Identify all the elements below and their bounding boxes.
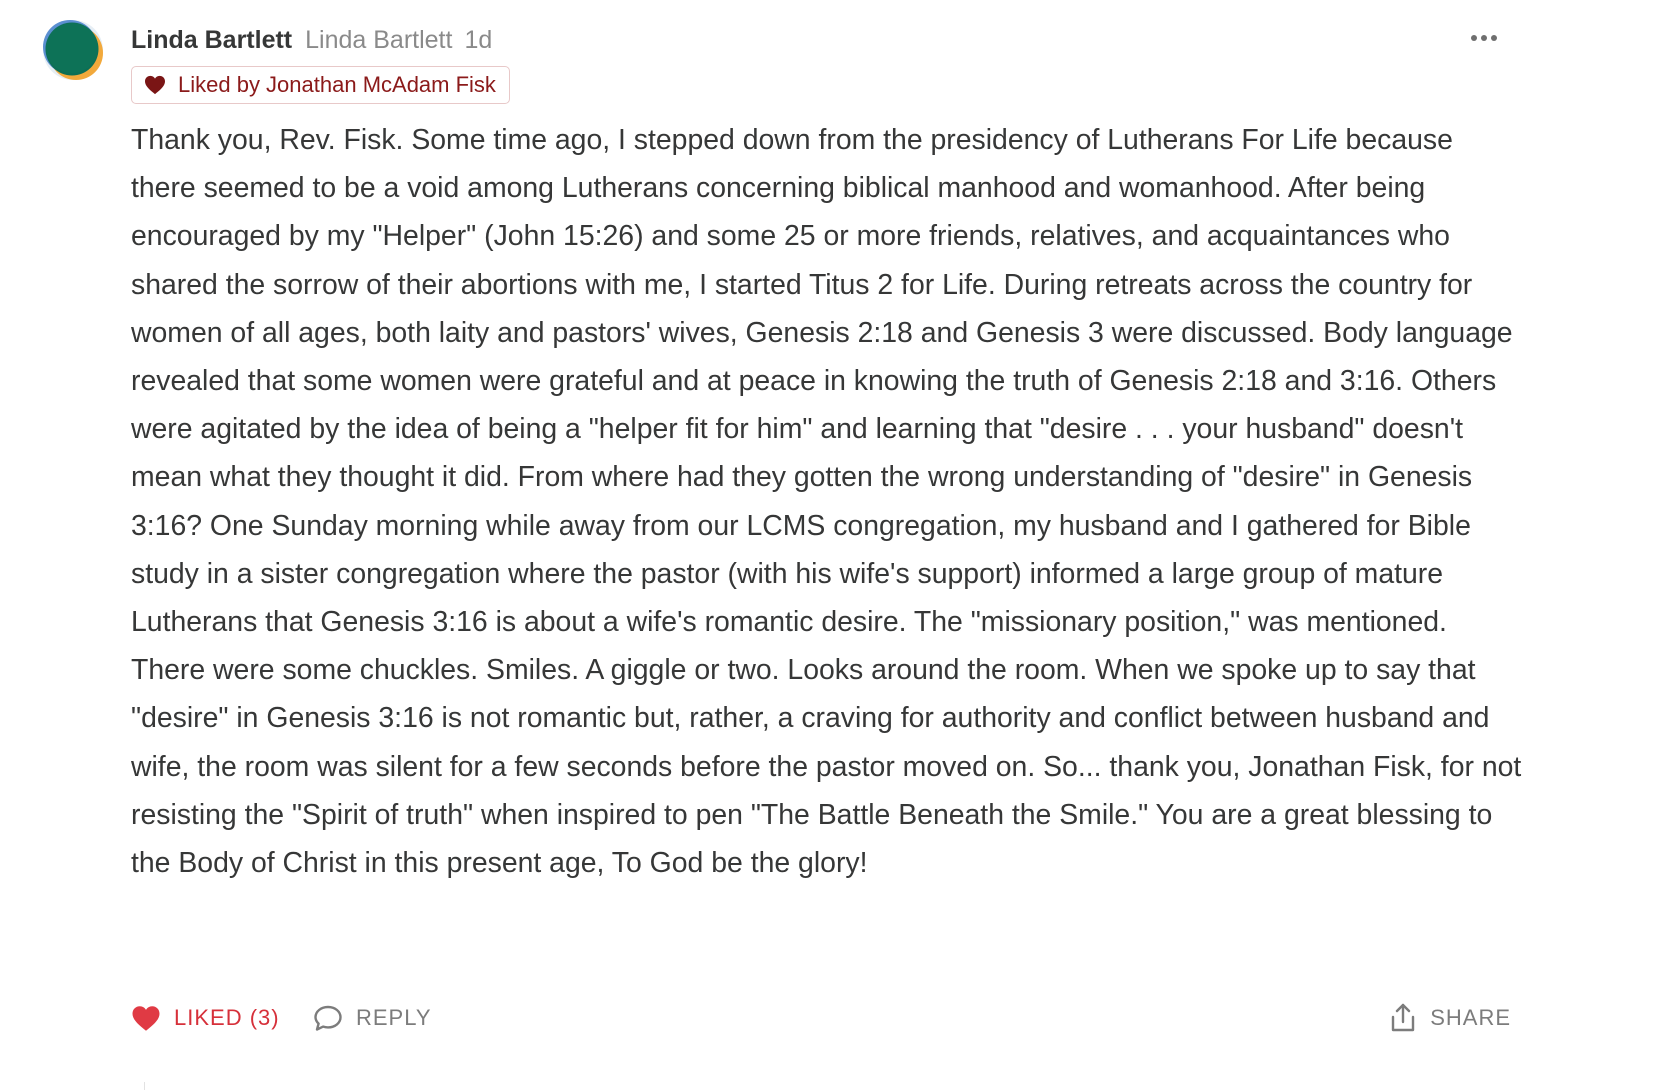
liked-by-author-badge: Liked by Jonathan McAdam Fisk — [131, 66, 510, 104]
more-options-button[interactable] — [1466, 24, 1502, 52]
author-name[interactable]: Linda Bartlett — [131, 26, 292, 55]
like-button[interactable]: LIKED (3) — [131, 996, 280, 1040]
avatar-image — [43, 20, 103, 80]
share-label: SHARE — [1430, 1005, 1511, 1030]
like-count-label: LIKED (3) — [174, 1005, 280, 1030]
share-upload-icon — [1389, 1002, 1417, 1034]
heart-filled-icon — [131, 1005, 161, 1032]
comment-actions: LIKED (3) REPLY SHARE — [131, 996, 1511, 1040]
comment-header: Linda Bartlett Linda Bartlett 1d — [131, 22, 492, 58]
comment: Linda Bartlett Linda Bartlett 1d Liked b… — [0, 0, 1658, 1090]
heart-icon — [144, 74, 168, 96]
reply-label: REPLY — [356, 1005, 432, 1030]
avatar[interactable] — [41, 18, 105, 82]
reply-button[interactable]: REPLY — [313, 996, 432, 1040]
timestamp[interactable]: 1d — [464, 26, 492, 55]
liked-by-text: Liked by Jonathan McAdam Fisk — [178, 72, 496, 97]
speech-bubble-icon — [313, 1004, 343, 1032]
thread-line — [144, 1082, 145, 1090]
comment-body: Thank you, Rev. Fisk. Some time ago, I s… — [131, 124, 1522, 880]
more-horizontal-icon — [1471, 35, 1497, 41]
author-handle[interactable]: Linda Bartlett — [305, 26, 452, 55]
share-button[interactable]: SHARE — [1389, 996, 1511, 1040]
